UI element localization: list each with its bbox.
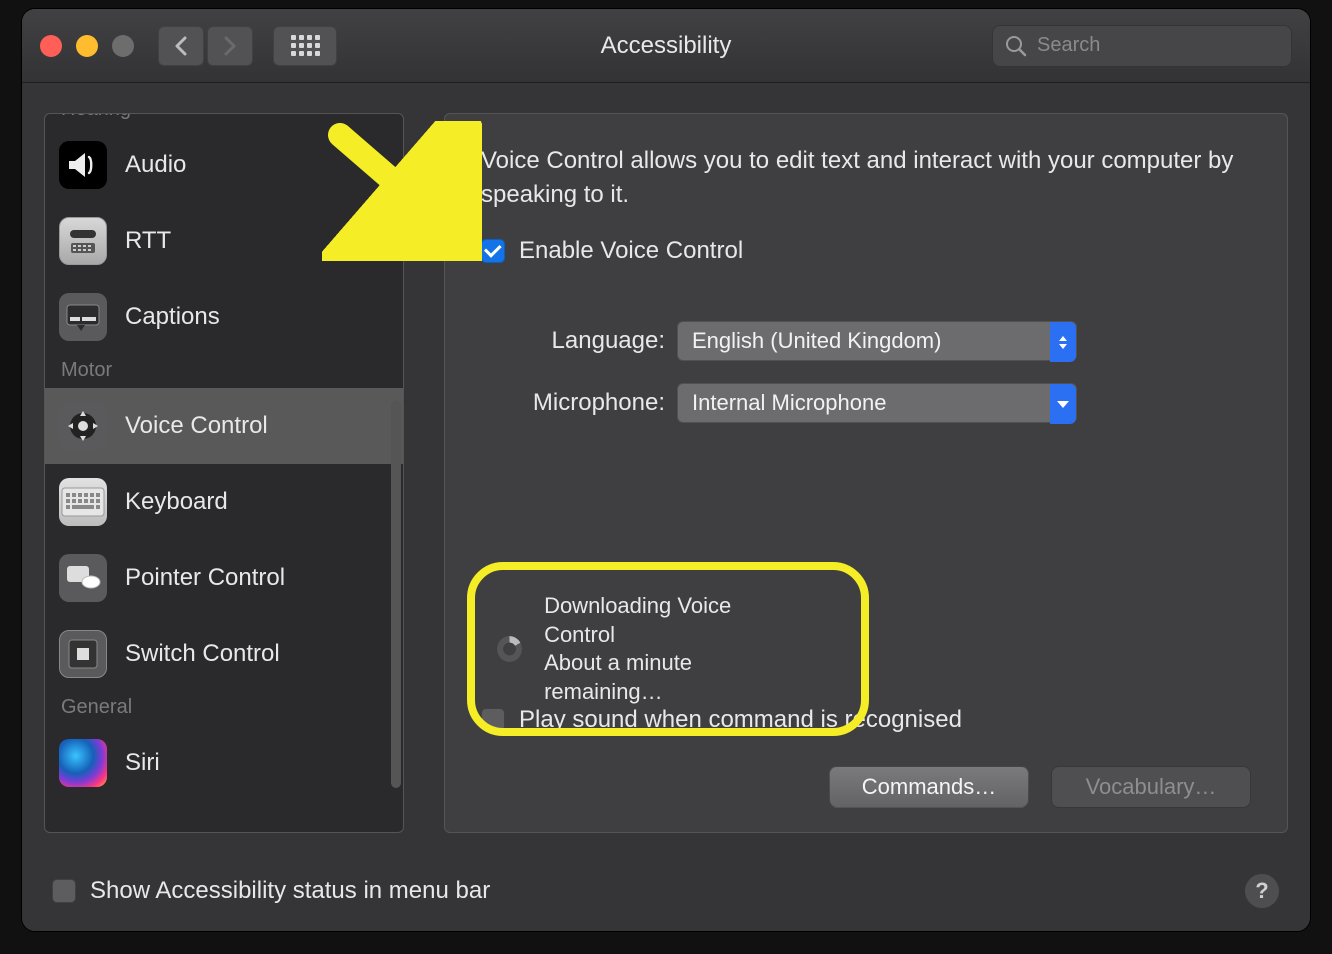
download-status-highlight: Downloading Voice Control About a minute…: [467, 562, 869, 736]
chevron-right-icon: [223, 36, 237, 56]
captions-icon: [59, 293, 107, 341]
voice-control-icon: [59, 402, 107, 450]
section-header-motor: Motor: [45, 355, 403, 388]
forward-button[interactable]: [207, 26, 253, 66]
fullscreen-window-button[interactable]: [112, 35, 134, 57]
sidebar-item-label: Pointer Control: [125, 564, 285, 592]
enable-voice-control-row[interactable]: Enable Voice Control: [481, 237, 1251, 265]
window-controls: [40, 35, 134, 57]
sidebar-item-label: Audio: [125, 151, 186, 179]
speaker-icon: [59, 141, 107, 189]
sidebar-item-label: Keyboard: [125, 488, 228, 516]
download-status: Downloading Voice Control About a minute…: [544, 592, 807, 706]
download-status-line2: About a minute remaining…: [544, 649, 807, 706]
sidebar-wrap: Hearing Audio RTT: [44, 113, 414, 847]
titlebar: Accessibility: [22, 9, 1310, 83]
download-status-line1: Downloading Voice Control: [544, 592, 807, 649]
enable-voice-control-label: Enable Voice Control: [519, 237, 743, 265]
sidebar-item-pointer-control[interactable]: Pointer Control: [45, 540, 403, 616]
form-rows: Language: English (United Kingdom) Micro…: [481, 321, 1251, 423]
sidebar-item-siri[interactable]: Siri: [45, 725, 403, 801]
keyboard-icon: [59, 478, 107, 526]
microphone-select[interactable]: Internal Microphone: [677, 383, 1077, 423]
sidebar-item-label: Switch Control: [125, 640, 280, 668]
commands-button[interactable]: Commands…: [829, 766, 1029, 808]
sidebar-scrollbar[interactable]: [391, 400, 401, 788]
siri-icon: [59, 739, 107, 787]
system-preferences-window: Accessibility Hearing: [21, 8, 1311, 932]
section-header-hearing: Hearing: [45, 113, 403, 127]
sidebar-item-label: RTT: [125, 227, 171, 255]
vocabulary-button: Vocabulary…: [1051, 766, 1251, 808]
switch-control-icon: [59, 630, 107, 678]
nav-buttons: [158, 26, 253, 66]
chevron-down-icon: [1050, 384, 1076, 424]
sidebar-item-rtt[interactable]: RTT: [45, 203, 403, 279]
spinner-icon: [497, 636, 522, 662]
sidebar-item-switch-control[interactable]: Switch Control: [45, 616, 403, 692]
sidebar-item-label: Captions: [125, 303, 220, 331]
microphone-label: Microphone:: [481, 389, 677, 417]
menubar-status-label: Show Accessibility status in menu bar: [90, 877, 490, 905]
search-icon: [1005, 35, 1027, 57]
section-header-general: General: [45, 692, 403, 725]
chevron-left-icon: [174, 36, 188, 56]
pointer-control-icon: [59, 554, 107, 602]
menubar-status-row[interactable]: Show Accessibility status in menu bar: [52, 877, 490, 905]
language-row: Language: English (United Kingdom): [481, 321, 1251, 361]
language-value: English (United Kingdom): [692, 328, 941, 354]
sidebar-item-keyboard[interactable]: Keyboard: [45, 464, 403, 540]
sidebar-item-label: Siri: [125, 749, 160, 777]
sidebar-item-audio[interactable]: Audio: [45, 127, 403, 203]
columns: Hearing Audio RTT: [44, 113, 1288, 847]
voice-control-description: Voice Control allows you to edit text an…: [481, 144, 1251, 211]
microphone-value: Internal Microphone: [692, 390, 886, 416]
show-all-button[interactable]: [273, 26, 337, 66]
back-button[interactable]: [158, 26, 204, 66]
main-panel: Voice Control allows you to edit text an…: [444, 113, 1288, 833]
sidebar-item-captions[interactable]: Captions: [45, 279, 403, 355]
help-button[interactable]: ?: [1244, 873, 1280, 909]
menubar-status-checkbox[interactable]: [52, 879, 76, 903]
minimize-window-button[interactable]: [76, 35, 98, 57]
language-label: Language:: [481, 327, 677, 355]
sidebar-scroll: Hearing Audio RTT: [45, 113, 403, 832]
enable-voice-control-checkbox[interactable]: [481, 239, 505, 263]
search-input[interactable]: [1035, 33, 1304, 58]
microphone-row: Microphone: Internal Microphone: [481, 383, 1251, 423]
grid-icon: [291, 35, 320, 56]
sidebar-item-label: Voice Control: [125, 412, 268, 440]
tty-icon: [59, 217, 107, 265]
updown-icon: [1050, 322, 1076, 362]
sidebar-item-voice-control[interactable]: Voice Control: [45, 388, 403, 464]
language-select[interactable]: English (United Kingdom): [677, 321, 1077, 361]
button-row: Commands… Vocabulary…: [481, 766, 1251, 808]
category-sidebar[interactable]: Hearing Audio RTT: [44, 113, 404, 833]
body: Hearing Audio RTT: [22, 83, 1310, 931]
footer: Show Accessibility status in menu bar ?: [44, 867, 1288, 913]
search-field[interactable]: [992, 25, 1292, 67]
close-window-button[interactable]: [40, 35, 62, 57]
